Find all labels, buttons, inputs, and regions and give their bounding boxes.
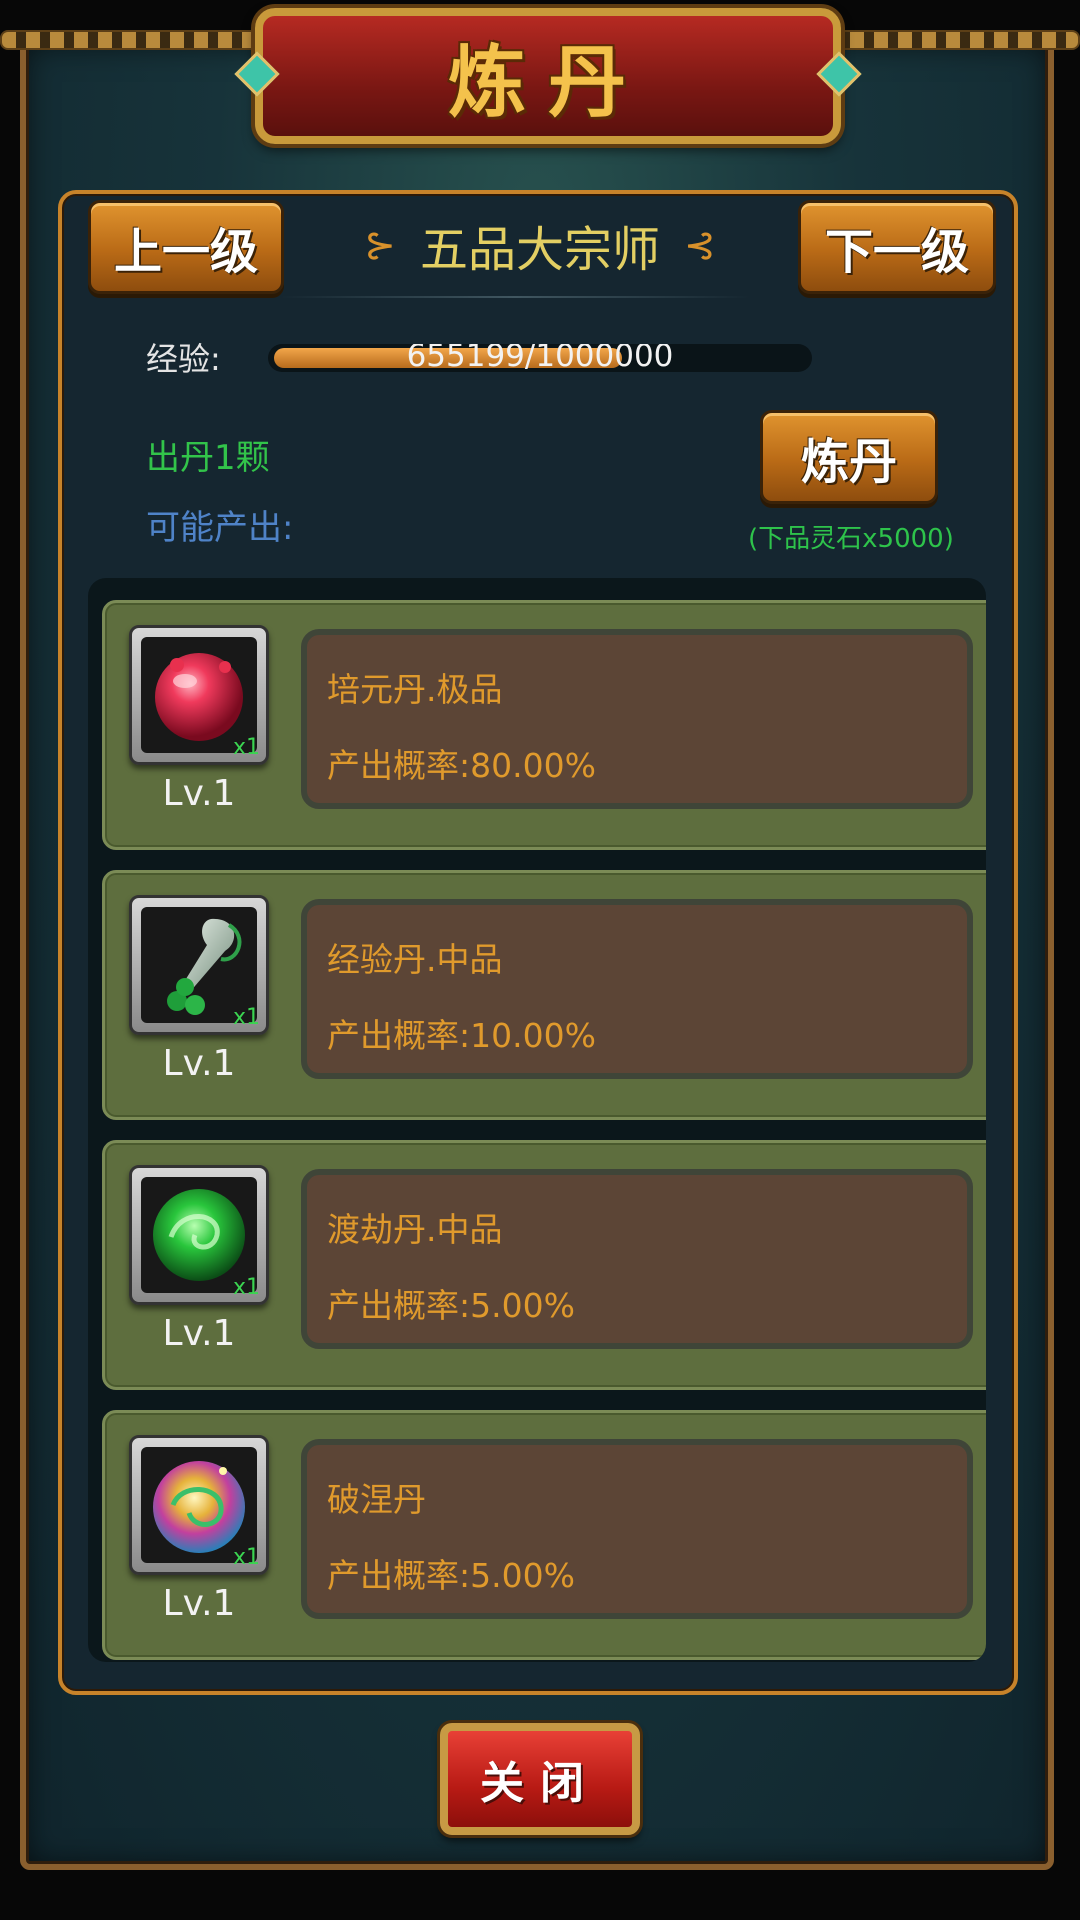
item-level: Lv.1 <box>162 1583 236 1624</box>
item-info-box: 渡劫丹.中品 产出概率:5.00% <box>301 1169 973 1349</box>
item-icon-frame: x1 <box>129 1435 269 1575</box>
close-button[interactable]: 关闭 <box>440 1723 640 1835</box>
next-level-button[interactable]: 下一级 <box>798 200 996 294</box>
output-list: x1 Lv.1 培元丹.极品 产出概率:80.00% x1 Lv.1 经验丹.中… <box>88 578 986 1662</box>
list-item[interactable]: x1 Lv.1 渡劫丹.中品 产出概率:5.00% <box>102 1140 986 1390</box>
item-icon-frame: x1 <box>129 895 269 1035</box>
title-plate: 炼丹 <box>234 8 862 144</box>
item-name: 破涅丹 <box>327 1480 426 1519</box>
item-rate: 产出概率:80.00% <box>327 746 596 785</box>
list-item[interactable]: x1 Lv.1 培元丹.极品 产出概率:80.00% <box>102 600 986 850</box>
item-quantity: x1 <box>232 1545 260 1570</box>
item-name: 渡劫丹.中品 <box>327 1210 503 1249</box>
item-level: Lv.1 <box>162 1313 236 1354</box>
refine-cost: (下品灵石x5000) <box>748 524 954 554</box>
left-ornament-icon: ⊱ <box>364 223 396 267</box>
item-name: 经验丹.中品 <box>327 940 503 979</box>
item-info-box: 经验丹.中品 产出概率:10.00% <box>301 899 973 1079</box>
item-rate: 产出概率:5.00% <box>327 1556 575 1595</box>
page-title: 炼丹 <box>447 37 648 128</box>
item-quantity: x1 <box>232 735 260 760</box>
item-name: 培元丹.极品 <box>327 670 503 709</box>
item-info-box: 破涅丹 产出概率:5.00% <box>301 1439 973 1619</box>
item-icon-frame: x1 <box>129 625 269 765</box>
right-ornament-icon: ⊰ <box>684 223 716 267</box>
rank-title-group: ⊱ 五品大宗师 ⊰ <box>340 210 740 280</box>
possible-output-label: 可能产出: <box>146 508 294 548</box>
item-quantity: x1 <box>232 1005 260 1030</box>
list-item[interactable]: x1 Lv.1 经验丹.中品 产出概率:10.00% <box>102 870 986 1120</box>
item-rate: 产出概率:10.00% <box>327 1016 596 1055</box>
item-rate: 产出概率:5.00% <box>327 1286 575 1325</box>
list-item[interactable]: x1 Lv.1 破涅丹 产出概率:5.00% <box>102 1410 986 1660</box>
rank-title: 五品大宗师 <box>419 222 660 278</box>
item-level: Lv.1 <box>162 1043 236 1084</box>
refine-button[interactable]: 炼丹 <box>760 410 938 504</box>
item-info-box: 培元丹.极品 产出概率:80.00% <box>301 629 973 809</box>
yield-text: 出丹1颗 <box>146 438 270 478</box>
divider <box>280 296 750 298</box>
item-quantity: x1 <box>232 1275 260 1300</box>
item-level: Lv.1 <box>162 773 236 814</box>
exp-value: 655199/1000000 <box>406 344 674 372</box>
exp-progress-bar: 655199/1000000 <box>268 344 812 372</box>
prev-level-button[interactable]: 上一级 <box>88 200 284 294</box>
exp-label: 经验: <box>146 340 221 378</box>
item-icon-frame: x1 <box>129 1165 269 1305</box>
